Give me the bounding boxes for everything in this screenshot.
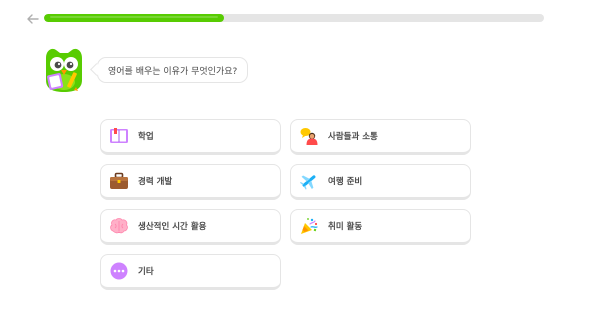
option-productive-time[interactable]: 생산적인 시간 활용 (100, 209, 281, 245)
option-hobby[interactable]: 취미 활동 (290, 209, 471, 245)
option-label: 여행 준비 (328, 177, 363, 187)
people-chat-icon (299, 126, 319, 146)
onboarding-page: 영어를 배우는 이유가 무엇인가요? 학업 사람들과 소통 경력 개발 여행 준… (0, 0, 612, 322)
briefcase-icon (109, 171, 129, 191)
progress-bar (44, 14, 544, 22)
options-grid: 학업 사람들과 소통 경력 개발 여행 준비 생산적인 시간 활용 취미 활동 … (100, 119, 471, 290)
option-study[interactable]: 학업 (100, 119, 281, 155)
brain-icon (109, 216, 129, 236)
question-text: 영어를 배우는 이유가 무엇인가요? (108, 66, 238, 77)
party-popper-icon (299, 216, 319, 236)
book-icon (109, 126, 129, 146)
option-label: 학업 (138, 132, 154, 142)
option-connect-people[interactable]: 사람들과 소통 (290, 119, 471, 155)
option-label: 경력 개발 (138, 177, 173, 187)
option-label: 기타 (138, 267, 154, 277)
question-bubble: 영어를 배우는 이유가 무엇인가요? (97, 57, 249, 83)
option-label: 사람들과 소통 (328, 132, 378, 142)
option-career[interactable]: 경력 개발 (100, 164, 281, 200)
back-button[interactable] (24, 10, 42, 28)
owl-mascot-icon (40, 44, 88, 94)
option-label: 취미 활동 (328, 222, 363, 232)
option-travel[interactable]: 여행 준비 (290, 164, 471, 200)
option-other[interactable]: 기타 (100, 254, 281, 290)
airplane-icon (299, 171, 319, 191)
progress-fill (44, 14, 224, 22)
more-dots-icon (109, 261, 129, 281)
option-label: 생산적인 시간 활용 (138, 222, 207, 232)
arrow-left-icon (27, 14, 39, 24)
